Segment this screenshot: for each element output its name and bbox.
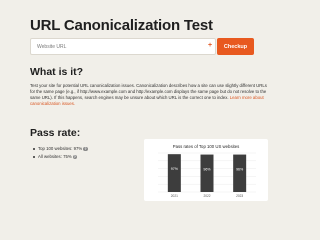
page-title: URL Canonicalization Test [30,17,213,34]
bar-chart: Pass rates of Top 100 US websites 97% 96%… [158,144,256,198]
what-is-it-heading: What is it? [30,66,84,78]
chart-data-label: 96% [236,167,244,171]
chart-data-label: 96% [203,167,211,171]
description-text: Test your site for potential URL canonic… [30,83,273,107]
stat-top-100-label: Top 100 websites: 97% [38,146,83,151]
stat-top-100: Top 100 websites: 97%? [32,145,88,153]
checkup-button[interactable]: Checkup [217,38,254,55]
info-icon[interactable]: ? [72,154,78,160]
url-form: + Checkup [30,38,254,55]
website-url-input[interactable] [30,38,216,55]
pass-rate-list: Top 100 websites: 97%? All websites: 75%… [32,145,88,161]
info-icon[interactable]: ? [83,146,88,152]
chart-x-tick-label: 2022 [203,194,210,198]
chart-x-tick-label: 2023 [236,194,243,198]
chart-bar [167,154,181,192]
chart-x-tick-label: 2021 [171,194,178,198]
stat-all-websites: All websites: 75%? [32,153,88,161]
chart-bar [233,154,247,192]
plus-icon[interactable]: + [208,41,212,51]
chart-title: Pass rates of Top 100 US websites [173,144,240,149]
chart-data-label: 97% [171,167,179,171]
pass-rate-heading: Pass rate: [30,127,81,139]
chart-bar [200,154,214,192]
pass-rate-chart: Pass rates of Top 100 US websites 97% 96%… [144,139,268,201]
stat-all-websites-label: All websites: 75% [38,154,72,159]
